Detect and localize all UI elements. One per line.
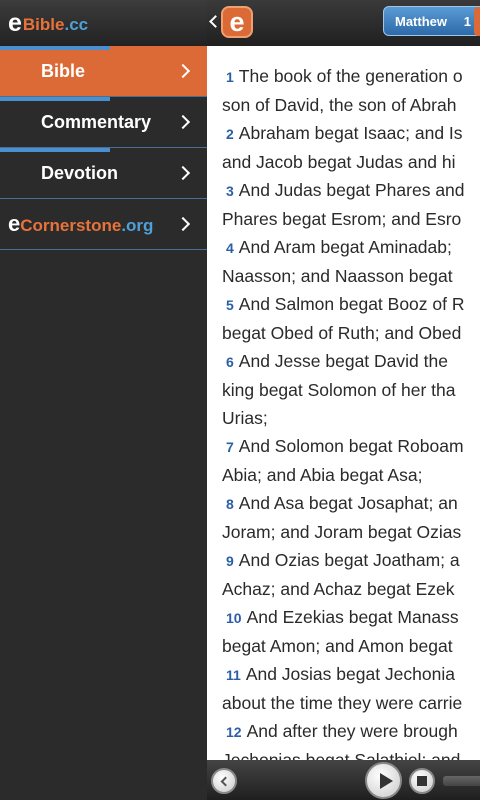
- sidebar: e Bible .cc Bible Commentary Devotion eCor…: [0, 0, 207, 800]
- verse-text: Joram; and Joram begat Ozias: [222, 522, 462, 542]
- verse-12: 12 And after they were brough Jechonias be…: [222, 717, 480, 760]
- item-accent: [0, 46, 110, 50]
- chevron-right-icon: [175, 165, 191, 181]
- verse-text: And Judas begat Phares and: [238, 180, 465, 200]
- verse-8: 8 And Asa begat Josaphat; an Joram; and Jo…: [222, 489, 480, 546]
- sidebar-item-devotion[interactable]: Devotion: [0, 148, 207, 199]
- verse-text: And Aram begat Aminadab;: [238, 237, 452, 257]
- audio-player: [207, 760, 480, 800]
- verse-number[interactable]: 2: [226, 126, 234, 142]
- sidebar-link-label: eCornerstone.org: [8, 211, 153, 237]
- verse-text: Abraham begat Isaac; and Is: [238, 123, 463, 143]
- back-chevron-icon[interactable]: [209, 15, 222, 28]
- sidebar-item-label: Bible: [41, 60, 86, 81]
- chapter-number: 1: [463, 13, 471, 29]
- previous-icon[interactable]: [211, 768, 237, 794]
- app-e-icon[interactable]: e: [221, 6, 253, 38]
- verse-number[interactable]: 10: [226, 610, 242, 626]
- chevron-right-icon: [175, 63, 191, 79]
- chapter-next-button[interactable]: [474, 7, 480, 36]
- verse-11: 11 And Josias begat Jechonia about the tim…: [222, 660, 480, 717]
- verse-number[interactable]: 11: [226, 667, 241, 683]
- item-accent: [0, 148, 110, 152]
- verse-1: 1 The book of the generation o son of Davi…: [222, 62, 480, 119]
- verse-6: 6 And Jesse begat David the king begat Sol…: [222, 347, 480, 432]
- verse-text: begat Amon; and Amon begat: [222, 636, 453, 656]
- verse-text: Urias;: [222, 408, 268, 428]
- sidebar-item-bible[interactable]: Bible: [0, 46, 207, 97]
- sidebar-item-commentary[interactable]: Commentary: [0, 97, 207, 148]
- logo-e: e: [8, 8, 22, 37]
- scripture-content[interactable]: 1 The book of the generation o son of Davi…: [207, 46, 480, 760]
- chevron-right-icon: [175, 216, 191, 232]
- verse-number[interactable]: 8: [226, 496, 234, 512]
- verse-2: 2 Abraham begat Isaac; and Is and Jacob be…: [222, 119, 480, 176]
- verse-text: And Salmon begat Booz of R: [238, 294, 465, 314]
- link-tld: .org: [121, 216, 154, 235]
- sidebar-item-label: Commentary: [41, 111, 152, 132]
- book-chapter-selector[interactable]: Matthew 1: [383, 6, 480, 36]
- verse-9: 9 And Ozias begat Joatham; a Achaz; and Ac…: [222, 546, 480, 603]
- app-logo[interactable]: e Bible .cc: [0, 0, 207, 46]
- sidebar-item-label: Devotion: [41, 162, 119, 183]
- verse-5: 5 And Salmon begat Booz of R begat Obed of…: [222, 290, 480, 347]
- link-word: Cornerstone: [20, 216, 122, 235]
- verse-4: 4 And Aram begat Aminadab; Naasson; and Na…: [222, 233, 480, 290]
- verse-7: 7 And Solomon begat Roboam Abia; and Abia …: [222, 432, 480, 489]
- verse-text: Naasson; and Naasson begat: [222, 266, 453, 286]
- link-e: e: [8, 211, 21, 236]
- verse-text: king begat Solomon of her tha: [222, 380, 456, 400]
- verse-text: Abia; and Abia begat Asa;: [222, 465, 423, 485]
- verse-text: The book of the generation o: [238, 66, 463, 86]
- verse-text: And Josias begat Jechonia: [245, 664, 455, 684]
- sidebar-menu: Bible Commentary Devotion eCornerstone.o…: [0, 46, 207, 250]
- item-accent: [0, 97, 110, 101]
- top-bar: e Matthew 1: [207, 0, 480, 46]
- verse-number[interactable]: 6: [226, 354, 234, 370]
- verse-number[interactable]: 3: [226, 183, 234, 199]
- verse-text: Jechonias begat Salathiel; and: [222, 750, 461, 760]
- verse-number[interactable]: 5: [226, 297, 234, 313]
- verse-text: And Asa begat Josaphat; an: [238, 493, 458, 513]
- sidebar-item-ecornerstone[interactable]: eCornerstone.org: [0, 199, 207, 250]
- book-name: Matthew: [395, 13, 447, 29]
- verse-text: begat Obed of Ruth; and Obed: [222, 323, 462, 343]
- verse-text: Achaz; and Achaz begat Ezek: [222, 579, 455, 599]
- verse-10: 10 And Ezekias begat Manass begat Amon; an…: [222, 603, 480, 660]
- verse-text: Phares begat Esrom; and Esro: [222, 209, 462, 229]
- verse-list: 1 The book of the generation o son of Davi…: [222, 62, 480, 760]
- verse-number[interactable]: 7: [226, 439, 234, 455]
- verse-text: And Ezekias begat Manass: [246, 607, 459, 627]
- verse-text: and Jacob begat Judas and hi: [222, 152, 456, 172]
- play-icon[interactable]: [365, 762, 402, 799]
- logo-word: Bible: [22, 15, 65, 34]
- verse-text: about the time they were carrie: [222, 693, 463, 713]
- verse-text: And Ozias begat Joatham; a: [238, 550, 460, 570]
- verse-number[interactable]: 1: [226, 69, 234, 85]
- verse-number[interactable]: 12: [226, 724, 242, 740]
- logo-tld: .cc: [64, 15, 89, 34]
- verse-number[interactable]: 9: [226, 553, 234, 569]
- verse-3: 3 And Judas begat Phares and Phares begat …: [222, 176, 480, 233]
- seek-bar[interactable]: [443, 776, 480, 786]
- verse-text: And after they were brough: [246, 721, 458, 741]
- stop-icon[interactable]: [409, 768, 435, 794]
- verse-text: And Solomon begat Roboam: [238, 436, 464, 456]
- verse-number[interactable]: 4: [226, 240, 234, 256]
- chevron-right-icon: [175, 114, 191, 130]
- verse-text: And Jesse begat David the: [238, 351, 448, 371]
- verse-text: son of David, the son of Abrah: [222, 95, 457, 115]
